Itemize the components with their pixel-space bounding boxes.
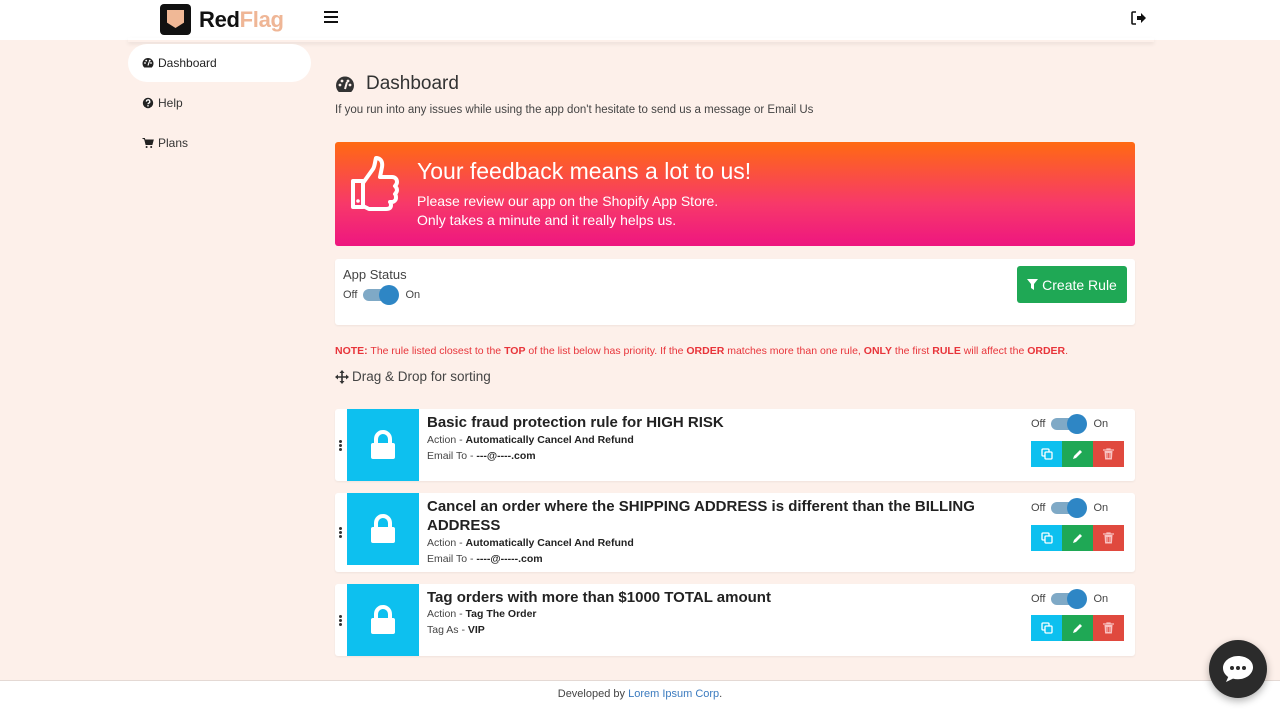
- toggle-off-label: Off: [343, 289, 358, 301]
- logo-text: RedFlag: [199, 6, 284, 32]
- sign-out-icon[interactable]: [1131, 11, 1147, 25]
- rule-thumbnail: [347, 493, 419, 565]
- sidebar-item-label: Plans: [158, 136, 189, 150]
- rule-actions: [1031, 525, 1124, 551]
- duplicate-rule-button[interactable]: [1031, 525, 1062, 551]
- copy-icon: [1040, 532, 1053, 544]
- pencil-icon: [1072, 624, 1082, 633]
- drag-drop-label: Drag & Drop for sorting: [335, 369, 491, 384]
- trash-icon: [1103, 448, 1114, 460]
- drag-handle-icon[interactable]: [339, 440, 343, 452]
- chat-widget-button[interactable]: [1209, 640, 1267, 698]
- rule-title: Cancel an order where the SHIPPING ADDRE…: [427, 498, 975, 534]
- lock-icon: [371, 430, 395, 459]
- question-circle-icon: [142, 97, 154, 109]
- developer-link[interactable]: Lorem Ipsum Corp: [628, 688, 719, 700]
- create-rule-button[interactable]: Create Rule: [1017, 266, 1127, 303]
- rule-action: Action - Automatically Cancel And Refund: [427, 537, 634, 549]
- copy-icon: [1040, 622, 1053, 634]
- shopping-cart-icon: [142, 138, 154, 148]
- sidebar: Dashboard Help Plans: [128, 44, 311, 164]
- tachometer-icon: [142, 58, 154, 68]
- rule-thumbnail: [347, 584, 419, 656]
- rule-actions: [1031, 441, 1124, 467]
- rule-email: Email To - ----@-----.com: [427, 553, 543, 565]
- rule-enabled-toggle[interactable]: [1051, 414, 1088, 434]
- hamburger-icon[interactable]: [324, 11, 338, 24]
- rule-actions: [1031, 615, 1124, 641]
- pencil-icon: [1072, 534, 1082, 543]
- rule-email: Email To - ---@----.com: [427, 450, 536, 462]
- chat-bubble-icon: [1223, 656, 1253, 682]
- filter-icon: [1027, 279, 1039, 290]
- rule-tag: Tag As - VIP: [427, 624, 485, 636]
- rule-card[interactable]: Tag orders with more than $1000 TOTAL am…: [335, 584, 1135, 656]
- app-status-toggle[interactable]: [363, 285, 400, 305]
- rule-thumbnail: [347, 409, 419, 481]
- tachometer-icon: [336, 76, 354, 92]
- drag-handle-icon[interactable]: [339, 527, 343, 539]
- banner-line: Please review our app on the Shopify App…: [417, 193, 719, 209]
- footer-text: Developed by Lorem Ipsum Corp.: [557, 688, 723, 700]
- lock-icon: [371, 514, 395, 543]
- top-navbar: RedFlag: [0, 0, 1280, 40]
- priority-note: NOTE: The rule listed closest to the TOP…: [335, 345, 1069, 357]
- rule-title: Tag orders with more than $1000 TOTAL am…: [427, 589, 771, 606]
- page-title: Dashboard: [335, 73, 459, 95]
- sidebar-item-help[interactable]: Help: [128, 84, 311, 122]
- toggle-on-label: On: [405, 289, 421, 301]
- app-status-label: App Status: [343, 267, 407, 282]
- rule-toggle-row: Off On: [1031, 589, 1108, 609]
- rule-enabled-toggle[interactable]: [1051, 498, 1088, 518]
- page-title-text: Dashboard: [366, 73, 459, 94]
- rule-toggle-row: Off On: [1031, 414, 1108, 434]
- sidebar-item-label: Dashboard: [158, 56, 217, 70]
- sidebar-item-label: Help: [158, 96, 183, 110]
- app-logo[interactable]: RedFlag: [160, 4, 284, 35]
- delete-rule-button[interactable]: [1093, 441, 1124, 467]
- rule-action: Action - Tag The Order: [427, 608, 537, 620]
- arrows-move-icon: [335, 369, 349, 384]
- app-status-card: App Status Off On Create Rule: [335, 259, 1135, 325]
- navbar-shadow: [128, 38, 1154, 42]
- delete-rule-button[interactable]: [1093, 615, 1124, 641]
- edit-rule-button[interactable]: [1062, 441, 1093, 467]
- duplicate-rule-button[interactable]: [1031, 615, 1062, 641]
- drag-handle-icon[interactable]: [339, 615, 343, 627]
- logo-shield-icon: [160, 4, 191, 35]
- banner-title: Your feedback means a lot to us!: [417, 158, 752, 184]
- rule-card[interactable]: Basic fraud protection rule for HIGH RIS…: [335, 409, 1135, 481]
- copy-icon: [1040, 448, 1053, 460]
- edit-rule-button[interactable]: [1062, 525, 1093, 551]
- rule-title: Basic fraud protection rule for HIGH RIS…: [427, 414, 724, 431]
- duplicate-rule-button[interactable]: [1031, 441, 1062, 467]
- page-subtitle: If you run into any issues while using t…: [335, 104, 814, 116]
- rule-enabled-toggle[interactable]: [1051, 589, 1088, 609]
- footer: Developed by Lorem Ipsum Corp.: [0, 680, 1280, 720]
- trash-icon: [1103, 622, 1114, 634]
- rule-action: Action - Automatically Cancel And Refund: [427, 434, 634, 446]
- banner-line: Only takes a minute and it really helps …: [417, 212, 677, 228]
- delete-rule-button[interactable]: [1093, 525, 1124, 551]
- thumbs-up-icon: [351, 156, 399, 211]
- app-status-toggle-row: Off On: [343, 285, 421, 305]
- rule-toggle-row: Off On: [1031, 498, 1108, 518]
- feedback-banner[interactable]: Your feedback means a lot to us! Please …: [335, 142, 1135, 246]
- pencil-icon: [1072, 450, 1082, 459]
- rule-card[interactable]: Cancel an order where the SHIPPING ADDRE…: [335, 493, 1135, 572]
- edit-rule-button[interactable]: [1062, 615, 1093, 641]
- lock-icon: [371, 605, 395, 634]
- trash-icon: [1103, 532, 1114, 544]
- sidebar-item-dashboard[interactable]: Dashboard: [128, 44, 311, 82]
- sidebar-item-plans[interactable]: Plans: [128, 124, 311, 162]
